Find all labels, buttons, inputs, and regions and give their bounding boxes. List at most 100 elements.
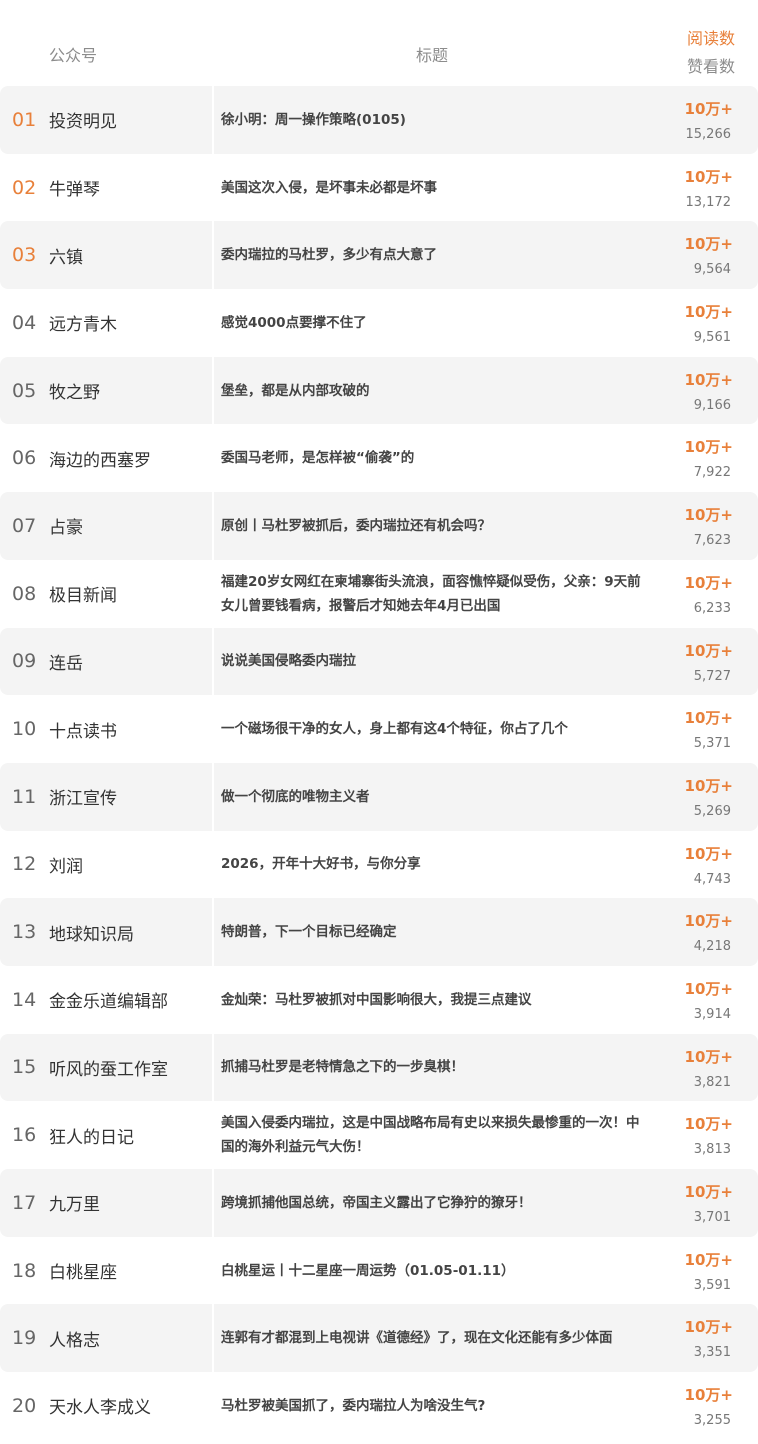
read-count: 10万+: [684, 235, 733, 254]
stats-cell: 10万+ 13,172: [643, 154, 733, 222]
table-row[interactable]: 11 浙江宣传 做一个彻底的唯物主义者 10万+ 5,269: [0, 762, 758, 831]
table-row[interactable]: 17 九万里 跨境抓捕他国总统，帝国主义露出了它狰狞的獠牙！ 10万+ 3,701: [0, 1169, 758, 1237]
article-title[interactable]: 抓捕马杜罗是老特情急之下的一步臭棋！: [221, 1034, 641, 1102]
table-row[interactable]: 01 投资明见 徐小明：周一操作策略(0105) 10万+ 15,266: [0, 86, 758, 154]
article-title[interactable]: 连郭有才都混到上电视讲《道德经》了，现在文化还能有多少体面: [221, 1304, 641, 1372]
article-title[interactable]: 委内瑞拉的马杜罗，多少有点大意了: [221, 221, 641, 289]
column-divider: [212, 898, 214, 966]
article-title[interactable]: 原创丨马杜罗被抓后，委内瑞拉还有机会吗？: [221, 492, 641, 560]
like-count: 3,255: [693, 1413, 731, 1429]
ranking-list: 01 投资明见 徐小明：周一操作策略(0105) 10万+ 15,266 02 牛弹琴 美国这…: [0, 86, 758, 1440]
column-divider: [212, 356, 214, 425]
table-row[interactable]: 14 金金乐道编辑部 金灿荣：马杜罗被抓对中国影响很大，我提三点建议 10万+ 3,91…: [0, 965, 758, 1034]
stats-cell: 10万+ 7,922: [643, 424, 733, 492]
stats-cell: 10万+ 5,269: [643, 763, 733, 831]
column-divider: [212, 830, 214, 899]
account-name[interactable]: 听风的蚕工作室: [49, 1034, 168, 1102]
account-name[interactable]: 刘润: [49, 831, 83, 899]
column-divider: [212, 492, 214, 560]
stats-cell: 10万+ 5,371: [643, 695, 733, 763]
article-title[interactable]: 说说美国侵略委内瑞拉: [221, 628, 641, 696]
table-row[interactable]: 18 白桃星座 白桃星运丨十二星座一周运势（01.05-01.11） 10万+ 3,59…: [0, 1236, 758, 1305]
account-name[interactable]: 狂人的日记: [49, 1101, 134, 1169]
like-count: 15,266: [685, 127, 732, 142]
article-title[interactable]: 堡垒，都是从内部攻破的: [221, 357, 641, 425]
like-count: 3,914: [693, 1006, 731, 1022]
account-name[interactable]: 极目新闻: [49, 560, 117, 628]
read-count: 10万+: [684, 1183, 733, 1201]
article-title[interactable]: 一个磁场很干净的女人，身上都有这4个特征，你占了几个: [221, 695, 641, 763]
account-name[interactable]: 六镇: [49, 221, 83, 289]
stats-cell: 10万+ 3,914: [643, 966, 733, 1034]
header-reads[interactable]: 阅读数: [687, 28, 735, 50]
rank-number: 13: [12, 921, 37, 944]
table-row[interactable]: 08 极目新闻 福建20岁女网红在柬埔寨街头流浪，面容憔悴疑似受伤，父亲：9天前女儿…: [0, 559, 758, 628]
table-row[interactable]: 06 海边的西塞罗 委国马老师，是怎样被“偷袭”的 10万+ 7,922: [0, 424, 758, 493]
read-count: 10万+: [684, 1318, 733, 1337]
column-divider: [212, 559, 214, 628]
article-title[interactable]: 做一个彻底的唯物主义者: [221, 763, 641, 831]
account-name[interactable]: 地球知识局: [49, 898, 134, 966]
rank-number: 07: [12, 514, 37, 537]
account-name[interactable]: 人格志: [49, 1304, 100, 1372]
rank-number: 06: [12, 447, 37, 470]
account-name[interactable]: 远方青木: [49, 289, 117, 357]
account-name[interactable]: 牧之野: [49, 357, 100, 425]
rank-number: 16: [12, 1124, 37, 1147]
column-divider: [212, 627, 214, 696]
rank-number: 14: [12, 988, 37, 1011]
account-name[interactable]: 占豪: [49, 492, 83, 560]
article-title[interactable]: 福建20岁女网红在柬埔寨街头流浪，面容憔悴疑似受伤，父亲：9天前女儿曾要钱看病，…: [221, 560, 641, 628]
article-title[interactable]: 2026，开年十大好书，与你分享: [221, 831, 641, 899]
like-count: 5,269: [693, 803, 731, 819]
table-row[interactable]: 12 刘润 2026，开年十大好书，与你分享 10万+ 4,743: [0, 830, 758, 899]
article-title[interactable]: 马杜罗被美国抓了，委内瑞拉人为啥没生气?: [221, 1372, 641, 1440]
article-title[interactable]: 跨境抓捕他国总统，帝国主义露出了它狰狞的獠牙！: [221, 1169, 641, 1237]
like-count: 9,564: [693, 262, 731, 278]
stats-cell: 10万+ 3,813: [643, 1101, 733, 1169]
table-row[interactable]: 05 牧之野 堡垒，都是从内部攻破的 10万+ 9,166: [0, 356, 758, 425]
stats-cell: 10万+ 3,255: [643, 1372, 733, 1440]
header-likes[interactable]: 赞看数: [687, 56, 735, 78]
article-title[interactable]: 徐小明：周一操作策略(0105): [221, 86, 641, 154]
account-name[interactable]: 投资明见: [49, 86, 117, 154]
like-count: 3,351: [693, 1345, 731, 1361]
read-count: 10万+: [684, 438, 733, 457]
article-title[interactable]: 委国马老师，是怎样被“偷袭”的: [221, 424, 641, 492]
article-title[interactable]: 美国入侵委内瑞拉，这是中国战略布局有史以来损失最惨重的一次！中国的海外利益元气大…: [221, 1101, 641, 1169]
read-count: 10万+: [684, 100, 733, 118]
stats-cell: 10万+ 9,166: [643, 357, 733, 425]
article-title[interactable]: 感觉4000点要撑不住了: [221, 289, 641, 357]
table-row[interactable]: 16 狂人的日记 美国入侵委内瑞拉，这是中国战略布局有史以来损失最惨重的一次！中国的…: [0, 1101, 758, 1169]
table-row[interactable]: 03 六镇 委内瑞拉的马杜罗，多少有点大意了 10万+ 9,564: [0, 221, 758, 290]
account-name[interactable]: 天水人李成义: [49, 1372, 151, 1440]
account-name[interactable]: 白桃星座: [49, 1237, 117, 1305]
account-name[interactable]: 牛弹琴: [49, 154, 100, 222]
article-title[interactable]: 白桃星运丨十二星座一周运势（01.05-01.11）: [221, 1237, 641, 1305]
header-account: 公众号: [49, 46, 98, 65]
article-title[interactable]: 美国这次入侵，是坏事未必都是坏事: [221, 154, 641, 222]
column-divider: [212, 86, 214, 154]
table-row[interactable]: 19 人格志 连郭有才都混到上电视讲《道德经》了，现在文化还能有多少体面 10万+ 3,…: [0, 1304, 758, 1373]
account-name[interactable]: 浙江宣传: [49, 763, 117, 831]
account-name[interactable]: 金金乐道编辑部: [49, 966, 168, 1034]
rank-number: 12: [12, 853, 37, 876]
table-row[interactable]: 07 占豪 原创丨马杜罗被抓后，委内瑞拉还有机会吗？ 10万+ 7,623: [0, 492, 758, 560]
table-row[interactable]: 02 牛弹琴 美国这次入侵，是坏事未必都是坏事 10万+ 13,172: [0, 153, 758, 222]
account-name[interactable]: 十点读书: [49, 695, 117, 763]
rank-number: 03: [12, 244, 37, 267]
account-name[interactable]: 海边的西塞罗: [49, 424, 151, 492]
stats-cell: 10万+ 5,727: [643, 628, 733, 696]
table-row[interactable]: 15 听风的蚕工作室 抓捕马杜罗是老特情急之下的一步臭棋！ 10万+ 3,821: [0, 1033, 758, 1102]
stats-cell: 10万+ 4,743: [643, 831, 733, 899]
article-title[interactable]: 金灿荣：马杜罗被抓对中国影响很大，我提三点建议: [221, 966, 641, 1034]
table-row[interactable]: 04 远方青木 感觉4000点要撑不住了 10万+ 9,561: [0, 289, 758, 357]
account-name[interactable]: 连岳: [49, 628, 83, 696]
article-title[interactable]: 特朗普，下一个目标已经确定: [221, 898, 641, 966]
column-divider: [212, 762, 214, 831]
table-row[interactable]: 10 十点读书 一个磁场很干净的女人，身上都有这4个特征，你占了几个 10万+ 5,37…: [0, 695, 758, 763]
table-row[interactable]: 20 天水人李成义 马杜罗被美国抓了，委内瑞拉人为啥没生气? 10万+ 3,255: [0, 1372, 758, 1440]
account-name[interactable]: 九万里: [49, 1169, 100, 1237]
table-row[interactable]: 13 地球知识局 特朗普，下一个目标已经确定 10万+ 4,218: [0, 898, 758, 966]
table-row[interactable]: 09 连岳 说说美国侵略委内瑞拉 10万+ 5,727: [0, 627, 758, 696]
